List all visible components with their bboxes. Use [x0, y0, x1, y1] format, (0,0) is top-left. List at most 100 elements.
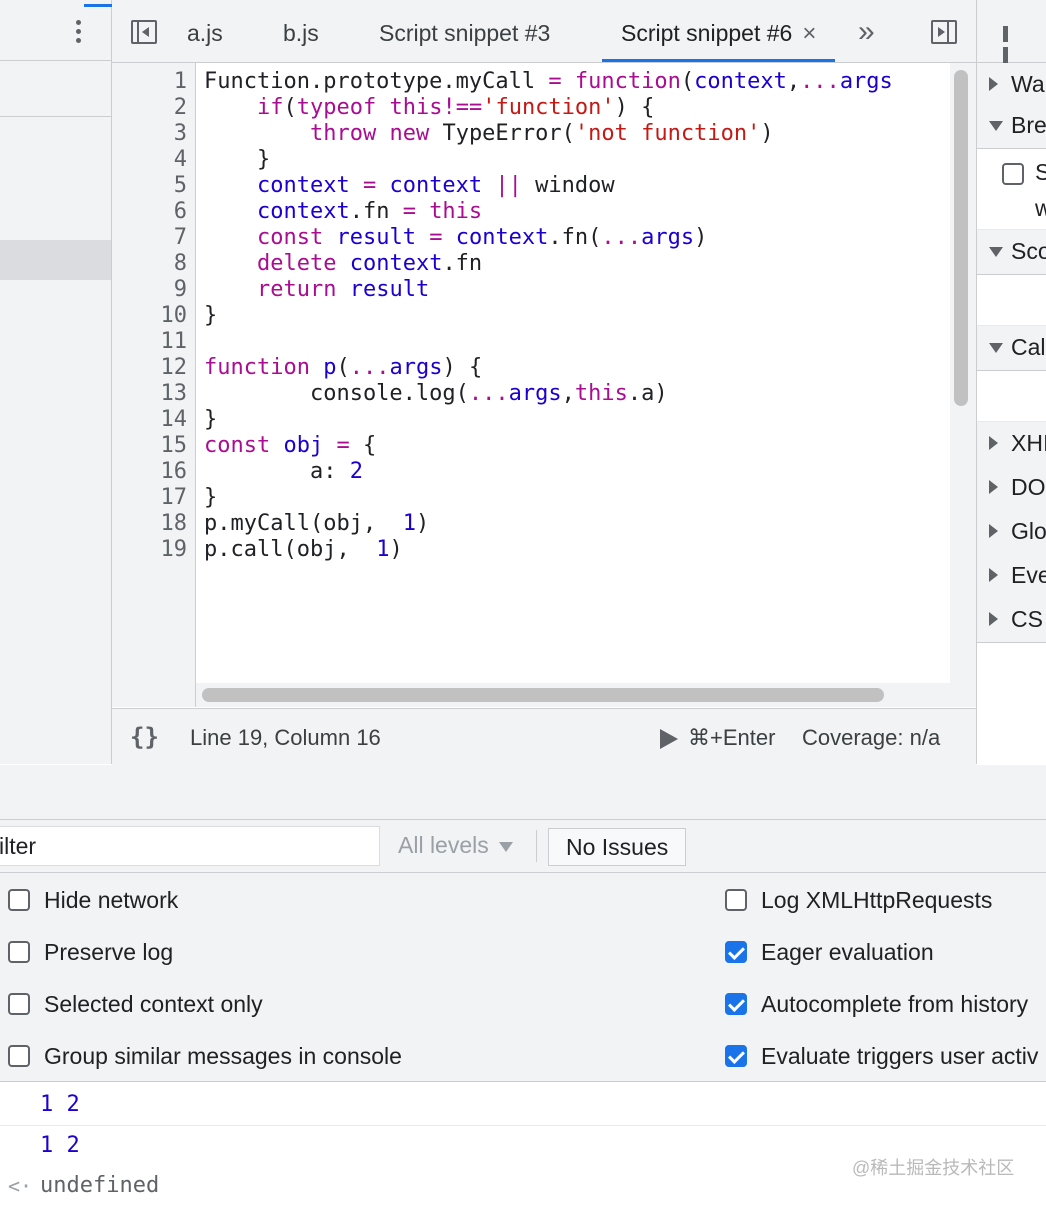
section-global-listeners[interactable]: Glo: [977, 510, 1046, 555]
more-options-icon[interactable]: [70, 18, 86, 46]
toggle-debugger-icon[interactable]: [931, 20, 957, 44]
console-drawer-header: [0, 765, 1046, 820]
line-number[interactable]: 18: [112, 511, 188, 537]
section-xhr-breakpoints[interactable]: XHI: [977, 422, 1046, 467]
code-token: ): [389, 537, 403, 562]
tab-a-js[interactable]: a.js: [187, 0, 223, 62]
code-line[interactable]: const result = context.fn(...args): [204, 225, 707, 251]
console-message-text: 1 2: [40, 1092, 80, 1117]
code-token: if: [256, 95, 284, 120]
tab-b-js[interactable]: b.js: [283, 0, 319, 62]
checkbox-checked[interactable]: [725, 993, 747, 1015]
code-token: 2: [349, 459, 363, 484]
code-token: .fn(: [548, 225, 602, 250]
console-filterbar: All levels No Issues: [0, 820, 1046, 873]
tab-script-snippet-6[interactable]: Script snippet #6 ×: [602, 0, 836, 62]
log-levels-dropdown[interactable]: All levels: [398, 832, 513, 859]
line-number[interactable]: 5: [112, 173, 187, 199]
issues-button[interactable]: No Issues: [548, 828, 687, 866]
checkbox-checked[interactable]: [725, 941, 747, 963]
code-line[interactable]: throw new TypeError('not function'): [204, 121, 774, 147]
line-number[interactable]: 7: [112, 225, 187, 251]
navigator-divider: [0, 116, 111, 117]
code-line[interactable]: const obj = {: [204, 433, 376, 459]
section-event-listener-breakpoints[interactable]: Eve: [977, 554, 1046, 599]
code-line[interactable]: p.myCall(obj, 1): [204, 511, 429, 537]
section-call-stack[interactable]: Cal: [977, 326, 1046, 371]
line-number[interactable]: 10: [112, 303, 188, 329]
line-number[interactable]: 19: [112, 537, 188, 563]
run-snippet-icon[interactable]: [660, 729, 678, 749]
code-line[interactable]: if(typeof this!=='function') {: [204, 95, 654, 121]
expand-arrow-icon: [989, 436, 998, 450]
line-number[interactable]: 15: [112, 433, 188, 459]
console-filter-input[interactable]: [0, 826, 380, 866]
code-line[interactable]: function p(...args) {: [204, 355, 482, 381]
code-token: ...: [800, 69, 840, 94]
checkbox[interactable]: [725, 889, 747, 911]
code-line[interactable]: }: [204, 147, 270, 173]
close-tab-icon[interactable]: ×: [802, 20, 816, 47]
line-number[interactable]: 2: [112, 95, 187, 121]
line-number[interactable]: 3: [112, 121, 187, 147]
line-number[interactable]: 4: [112, 147, 187, 173]
code-line[interactable]: }: [204, 485, 217, 511]
toggle-navigator-icon[interactable]: [131, 20, 157, 44]
line-number[interactable]: 11: [112, 329, 188, 355]
toolbar-divider: [536, 830, 537, 862]
code-token: this: [389, 95, 443, 120]
line-number[interactable]: 8: [112, 251, 187, 277]
code-line[interactable]: }: [204, 407, 217, 433]
tab-script-snippet-3[interactable]: Script snippet #3: [379, 0, 550, 62]
debugger-sidebar: Wa Bre S w Sco Cal XHI DO Glo Eve CS: [977, 0, 1046, 764]
section-breakpoints[interactable]: Bre: [977, 104, 1046, 149]
code-token: ...: [349, 355, 390, 380]
section-csp-breakpoints[interactable]: CS: [977, 598, 1046, 643]
code-token: 'function': [482, 95, 615, 120]
breakpoint-checkbox[interactable]: [1002, 163, 1024, 185]
code-token: ,: [786, 69, 801, 94]
section-dom-breakpoints[interactable]: DO: [977, 466, 1046, 511]
code-line[interactable]: delete context.fn: [204, 251, 482, 277]
checkbox[interactable]: [8, 993, 30, 1015]
section-label: Glo: [1011, 518, 1046, 544]
line-number[interactable]: 16: [112, 459, 188, 485]
horizontal-scrollbar-thumb[interactable]: [202, 688, 884, 702]
code-token: args: [641, 225, 695, 250]
code-editor[interactable]: Function.prototype.myCall = function(con…: [196, 63, 946, 683]
collapse-arrow-icon: [989, 247, 1003, 257]
option-label: Group similar messages in console: [44, 1043, 402, 1069]
line-number[interactable]: 14: [112, 407, 188, 433]
line-number[interactable]: 13: [112, 381, 188, 407]
code-line[interactable]: context.fn = this: [204, 199, 482, 225]
expand-arrow-icon: [989, 524, 998, 538]
selected-snippet-row[interactable]: [0, 240, 111, 280]
checkbox[interactable]: [8, 889, 30, 911]
checkbox-checked[interactable]: [725, 1045, 747, 1067]
code-line[interactable]: }: [204, 303, 217, 329]
code-line[interactable]: a: 2: [204, 459, 363, 485]
code-line[interactable]: Function.prototype.myCall = function(con…: [204, 69, 893, 95]
section-label: Wa: [1011, 71, 1045, 97]
line-number[interactable]: 1: [112, 69, 187, 95]
pretty-print-icon[interactable]: {}: [130, 723, 159, 751]
line-number[interactable]: 9: [112, 277, 187, 303]
code-line[interactable]: console.log(...args,this.a): [204, 381, 668, 407]
pause-icon[interactable]: [1003, 26, 1019, 63]
line-number[interactable]: 6: [112, 199, 187, 225]
code-line[interactable]: context = context || window: [204, 173, 615, 199]
section-watch[interactable]: Wa: [977, 63, 1046, 108]
line-number[interactable]: 12: [112, 355, 188, 381]
code-line[interactable]: p.call(obj, 1): [204, 537, 403, 563]
code-line[interactable]: return result: [204, 277, 429, 303]
section-scope[interactable]: Sco: [977, 230, 1046, 275]
code-token: {: [349, 433, 377, 458]
vertical-scrollbar-thumb[interactable]: [954, 70, 968, 406]
checkbox[interactable]: [8, 1045, 30, 1067]
line-number[interactable]: 17: [112, 485, 188, 511]
run-shortcut[interactable]: ⌘+Enter: [688, 725, 775, 751]
checkbox[interactable]: [8, 941, 30, 963]
more-tabs-icon[interactable]: »: [858, 14, 875, 50]
cursor-position: Line 19, Column 16: [190, 725, 381, 750]
